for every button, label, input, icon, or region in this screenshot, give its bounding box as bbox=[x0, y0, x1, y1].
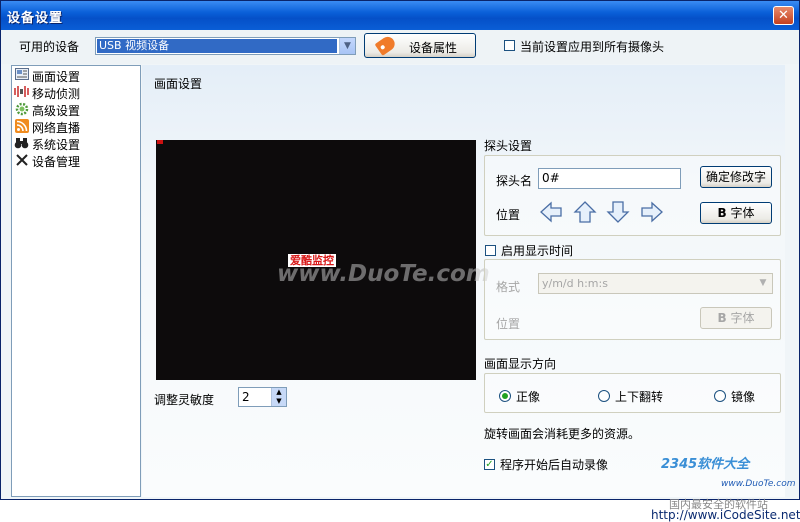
radio-flip-label[interactable]: 上下翻转 bbox=[615, 388, 663, 405]
probe-position-label: 位置 bbox=[496, 208, 521, 222]
title-bar[interactable]: 设备设置 ✕ bbox=[1, 1, 799, 30]
screen-settings-panel: 画面设置 爱酷监控 www.DuoTe.com 调整灵敏度 2 ▲ ▼ 探头设置 … bbox=[142, 65, 785, 497]
panel-title: 画面设置 bbox=[154, 77, 203, 91]
video-preview: 爱酷监控 bbox=[156, 140, 476, 380]
stepper-arrows-icon[interactable]: ▲ ▼ bbox=[271, 388, 286, 406]
device-settings-window: 设备设置 ✕ 可用的设备 USB 视频设备 ▼ 设备属性 当前设置应用到所有摄像… bbox=[0, 0, 800, 522]
probe-name-value: 0# bbox=[542, 171, 560, 185]
probe-name-label: 探头名 bbox=[496, 174, 533, 188]
sidebar-item-label: 网络直播 bbox=[32, 121, 81, 135]
radio-normal[interactable] bbox=[499, 390, 511, 402]
enable-time-checkbox[interactable] bbox=[485, 245, 496, 256]
sidebar-item-label: 移动侦测 bbox=[32, 87, 81, 101]
time-font-button[interactable]: B 字体 bbox=[700, 307, 772, 329]
sidebar-item-label: 高级设置 bbox=[32, 104, 81, 118]
sensitivity-stepper[interactable]: 2 ▲ ▼ bbox=[238, 387, 287, 407]
watermark: www.DuoTe.com bbox=[277, 261, 490, 287]
sidebar-item-motion[interactable]: 移动侦测 bbox=[14, 84, 138, 101]
window-title: 设备设置 bbox=[7, 11, 64, 26]
window-content: 可用的设备 USB 视频设备 ▼ 设备属性 当前设置应用到所有摄像头 画面设置 … bbox=[1, 30, 800, 522]
settings-nav: 画面设置 移动侦测 高级设置 网络直播 系统设置 设备管理 bbox=[11, 65, 141, 497]
time-format-value: y/m/d h:m:s bbox=[542, 277, 608, 290]
device-label: 可用的设备 bbox=[19, 40, 80, 54]
bold-icon: B bbox=[717, 311, 727, 325]
brand-logo: 2345软件大全 bbox=[661, 457, 750, 472]
confirm-rename-button[interactable]: 确定修改字 bbox=[700, 166, 772, 188]
sidebar-item-live[interactable]: 网络直播 bbox=[14, 118, 138, 135]
device-properties-label: 设备属性 bbox=[409, 41, 458, 55]
arrow-up-icon[interactable] bbox=[573, 201, 597, 223]
device-bar: 可用的设备 USB 视频设备 ▼ 设备属性 当前设置应用到所有摄像头 bbox=[1, 30, 799, 64]
close-button[interactable]: ✕ bbox=[773, 6, 794, 25]
sidebar-item-label: 设备管理 bbox=[32, 155, 81, 169]
arrow-left-icon[interactable] bbox=[539, 201, 563, 223]
apply-all-checkbox[interactable] bbox=[504, 40, 515, 51]
sidebar-item-screen[interactable]: 画面设置 bbox=[14, 67, 138, 84]
radio-mirror[interactable] bbox=[714, 390, 726, 402]
device-select-value: USB 视频设备 bbox=[97, 39, 337, 53]
screen-icon bbox=[14, 68, 29, 82]
sidebar-item-system[interactable]: 系统设置 bbox=[14, 135, 138, 152]
sensitivity-label: 调整灵敏度 bbox=[154, 393, 215, 407]
chevron-down-icon[interactable]: ▼ bbox=[339, 38, 355, 54]
brand-logo-url: www.DuoTe.com bbox=[721, 479, 796, 489]
site-url: http://www.iCodeSite.net bbox=[651, 508, 800, 522]
enable-time-label[interactable]: 启用显示时间 bbox=[501, 242, 573, 259]
time-position-label: 位置 bbox=[496, 317, 521, 331]
time-format-label: 格式 bbox=[496, 280, 521, 294]
sidebar-item-advanced[interactable]: 高级设置 bbox=[14, 101, 138, 118]
radio-flip[interactable] bbox=[598, 390, 610, 402]
auto-record-label[interactable]: 程序开始后自动录像 bbox=[500, 456, 608, 473]
auto-record-checkbox[interactable]: ✓ bbox=[484, 459, 495, 470]
motion-icon bbox=[14, 85, 29, 99]
binoculars-icon bbox=[14, 136, 29, 150]
preview-marker bbox=[157, 140, 163, 144]
chevron-down-icon[interactable]: ▼ bbox=[756, 276, 770, 291]
apply-all-label[interactable]: 当前设置应用到所有摄像头 bbox=[520, 38, 664, 55]
device-select[interactable]: USB 视频设备 ▼ bbox=[95, 37, 356, 55]
arrow-right-icon[interactable] bbox=[640, 201, 664, 223]
tag-icon bbox=[374, 34, 398, 56]
radio-normal-label[interactable]: 正像 bbox=[516, 388, 540, 405]
probe-group-title: 探头设置 bbox=[484, 139, 533, 153]
arrow-down-icon[interactable] bbox=[606, 201, 630, 223]
probe-font-button[interactable]: B 字体 bbox=[700, 202, 772, 224]
sidebar-item-label: 系统设置 bbox=[32, 138, 81, 152]
gear-icon bbox=[14, 102, 29, 116]
sidebar-item-device-manage[interactable]: 设备管理 bbox=[14, 152, 138, 169]
device-properties-button[interactable]: 设备属性 bbox=[364, 33, 476, 58]
probe-name-input[interactable]: 0# bbox=[538, 168, 681, 189]
sidebar-item-label: 画面设置 bbox=[32, 70, 81, 84]
time-format-select[interactable]: y/m/d h:m:s ▼ bbox=[538, 273, 773, 294]
confirm-rename-label: 确定修改字 bbox=[705, 170, 766, 184]
rotate-note: 旋转画面会消耗更多的资源。 bbox=[484, 427, 641, 441]
bold-icon: B bbox=[717, 206, 727, 220]
radio-mirror-label[interactable]: 镜像 bbox=[731, 388, 755, 405]
time-font-label: 字体 bbox=[730, 311, 755, 325]
tools-icon bbox=[14, 153, 29, 167]
probe-font-label: 字体 bbox=[730, 206, 755, 220]
sensitivity-value[interactable]: 2 bbox=[242, 390, 250, 404]
close-icon: ✕ bbox=[778, 8, 789, 23]
rss-icon bbox=[14, 119, 29, 133]
orientation-group-title: 画面显示方向 bbox=[484, 357, 557, 371]
